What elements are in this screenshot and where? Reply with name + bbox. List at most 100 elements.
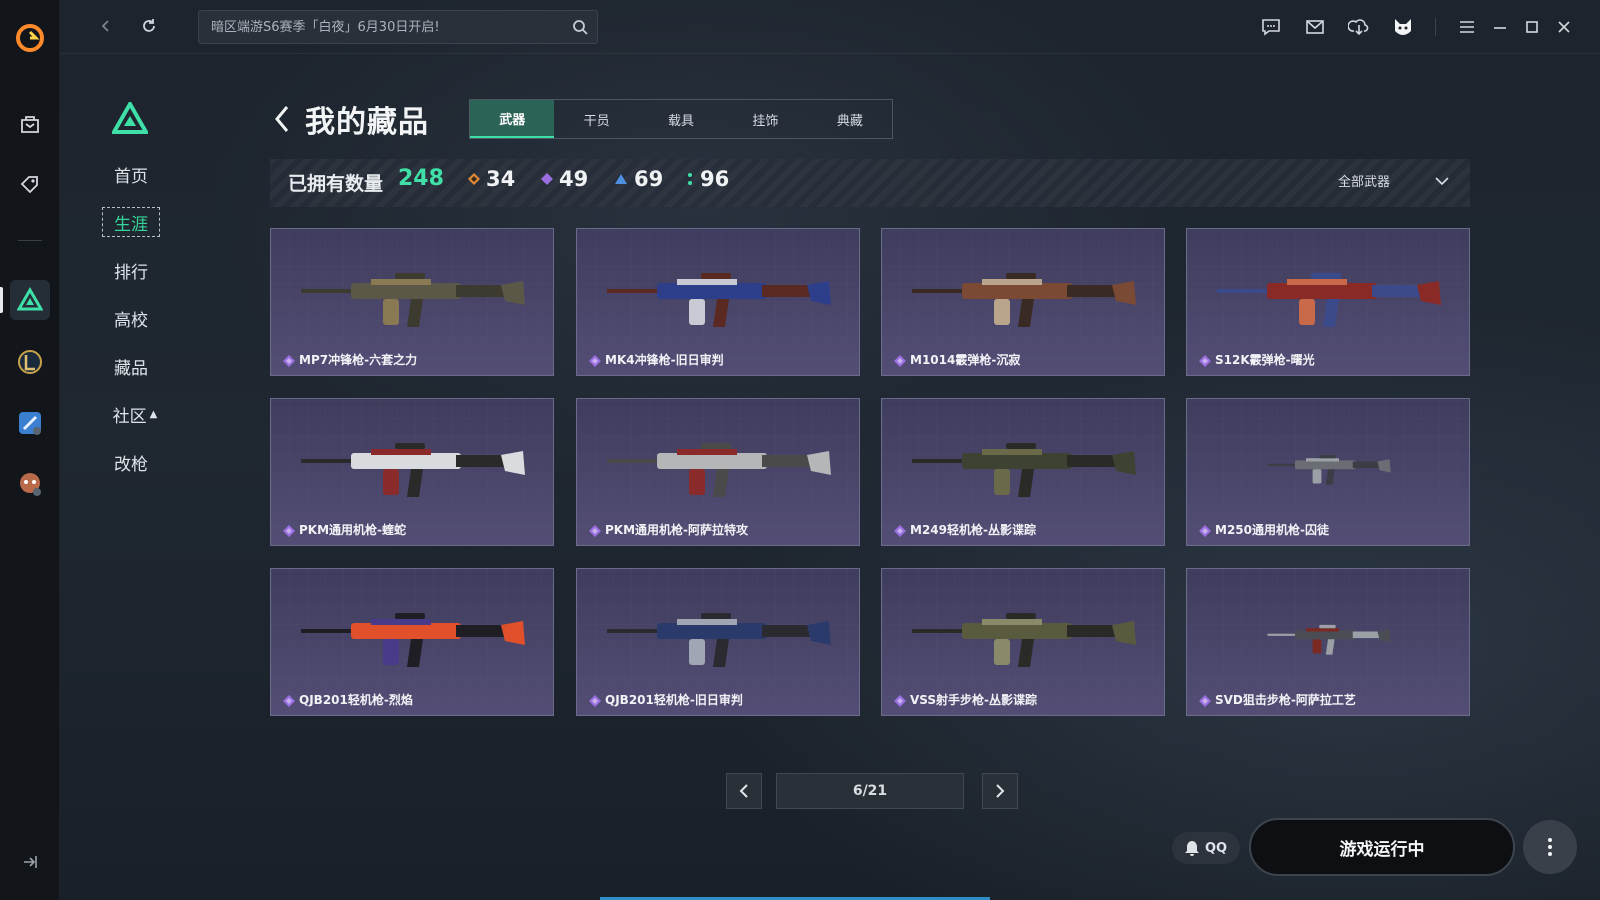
weapon-name: SVD狙击步枪-阿萨拉工艺 <box>1215 693 1356 707</box>
rarity-diamond-icon <box>283 355 295 367</box>
collapse-rail-icon[interactable] <box>10 842 50 882</box>
back-icon[interactable] <box>272 103 292 135</box>
chevron-up-icon: ▲ <box>149 408 158 420</box>
rarity-diamond-icon <box>589 525 601 537</box>
weapon-name: QJB201轻机枪-旧日审判 <box>605 693 743 707</box>
rarity-diamond-icon <box>894 355 906 367</box>
weapon-image <box>607 443 831 497</box>
tab-operators[interactable]: 干员 <box>554 100 638 138</box>
rarity-diamond-icon <box>283 525 295 537</box>
subnav-label: 改枪 <box>114 454 148 475</box>
subnav-item-community[interactable]: 社区 ▲ <box>106 399 164 429</box>
league-icon[interactable] <box>10 342 50 382</box>
tool-icon[interactable] <box>10 403 50 443</box>
search-bar[interactable] <box>198 10 598 44</box>
weapon-card[interactable]: MK4冲锋枪-旧日审判 <box>576 228 860 376</box>
weapon-card[interactable]: PKM通用机枪-阿萨拉特攻 <box>576 398 860 546</box>
rail-divider <box>18 240 42 241</box>
collection-stats: 已拥有数量 248 34 49 69 96 全部武器 <box>270 159 1470 207</box>
diamond-purple-icon <box>541 173 553 185</box>
tab-charms[interactable]: 挂饰 <box>723 100 807 138</box>
rarity-diamond-icon <box>894 525 906 537</box>
close-icon[interactable] <box>1551 14 1577 40</box>
weapon-image <box>301 613 525 667</box>
subnav-item-career[interactable]: 生涯 <box>102 207 160 237</box>
weapon-filter-dropdown[interactable]: 全部武器 <box>1338 171 1450 190</box>
subnav-label: 排行 <box>114 262 148 283</box>
weapon-card[interactable]: QJB201轻机枪-烈焰 <box>270 568 554 716</box>
weapon-card[interactable]: VSS射手步枪-丛影谍踪 <box>881 568 1165 716</box>
chevron-left-icon <box>739 784 748 798</box>
tag-icon[interactable] <box>10 164 50 204</box>
weapon-name: VSS射手步枪-丛影谍踪 <box>910 693 1038 707</box>
refresh-icon[interactable] <box>137 14 161 38</box>
subnav-label: 首页 <box>114 166 148 187</box>
weapon-image <box>301 443 525 497</box>
rarity-count: 34 <box>486 167 516 191</box>
weapon-card[interactable]: M1014霰弹枪-沉寂 <box>881 228 1165 376</box>
top-divider <box>1435 18 1436 36</box>
weapon-image <box>607 613 831 667</box>
dots-green-icon <box>688 173 692 185</box>
weapon-name: M1014霰弹枪-沉寂 <box>910 353 1021 367</box>
chevron-down-icon <box>1435 176 1449 185</box>
search-input[interactable] <box>199 11 559 43</box>
rarity-stat-green: 96 <box>686 167 729 191</box>
weapon-card[interactable]: QJB201轻机枪-旧日审判 <box>576 568 860 716</box>
subnav-item-gunsmith[interactable]: 改枪 <box>102 447 160 477</box>
weapon-card[interactable]: PKM通用机枪-蝰蛇 <box>270 398 554 546</box>
menu-icon[interactable] <box>1454 14 1480 40</box>
rarity-count: 69 <box>634 167 664 191</box>
rarity-stat-orange: 34 <box>468 167 515 191</box>
weapon-card[interactable]: S12K霰弹枪-曙光 <box>1186 228 1470 376</box>
weapon-card[interactable]: M250通用机枪-囚徒 <box>1186 398 1470 546</box>
game-logo-icon[interactable] <box>10 280 50 320</box>
maximize-icon[interactable] <box>1519 14 1545 40</box>
game-brand-icon <box>112 102 148 134</box>
rarity-diamond-icon <box>1199 355 1211 367</box>
tab-vehicles[interactable]: 载具 <box>639 100 723 138</box>
weapon-card[interactable]: M249轻机枪-丛影谍踪 <box>881 398 1165 546</box>
qq-bell-icon <box>1184 841 1199 856</box>
subnav-item-ranking[interactable]: 排行 <box>102 255 160 285</box>
search-icon[interactable] <box>571 18 589 36</box>
subnav-item-college[interactable]: 高校 <box>102 303 160 333</box>
tab-weapons[interactable]: 武器 <box>470 100 555 138</box>
prev-page-button[interactable] <box>726 773 762 809</box>
game-running-button[interactable]: 游戏运行中 <box>1249 818 1515 876</box>
rarity-diamond-icon <box>894 695 906 707</box>
app-logo-icon[interactable] <box>14 22 46 54</box>
rarity-stat-purple: 49 <box>541 167 588 191</box>
top-bar <box>60 0 1600 54</box>
back-nav-icon[interactable] <box>94 14 118 38</box>
weapon-card[interactable]: SVD狙击步枪-阿萨拉工艺 <box>1186 568 1470 716</box>
more-options-button[interactable] <box>1523 820 1577 874</box>
user-avatar-icon[interactable] <box>1390 14 1416 40</box>
weapon-name: MK4冲锋枪-旧日审判 <box>605 353 724 367</box>
subnav-label: 藏品 <box>114 358 148 379</box>
rarity-diamond-icon <box>589 355 601 367</box>
game-running-label: 游戏运行中 <box>1339 839 1425 860</box>
triangle-blue-icon <box>615 174 627 184</box>
rarity-stat-blue: 69 <box>614 167 663 191</box>
subnav-item-collection[interactable]: 藏品 <box>102 351 160 381</box>
download-icon[interactable] <box>1346 14 1372 40</box>
bag-icon[interactable] <box>10 104 50 144</box>
mail-icon[interactable] <box>1302 14 1328 40</box>
weapon-image <box>912 443 1136 497</box>
minimize-icon[interactable] <box>1487 14 1513 40</box>
mascot-icon[interactable] <box>10 464 50 504</box>
chevron-right-icon <box>996 784 1005 798</box>
chat-icon[interactable] <box>1258 14 1284 40</box>
next-page-button[interactable] <box>982 773 1018 809</box>
subnav-item-home[interactable]: 首页 <box>102 159 160 189</box>
page-indicator: 6/21 <box>776 773 964 809</box>
weapon-name: M249轻机枪-丛影谍踪 <box>910 523 1036 537</box>
weapon-card[interactable]: MP7冲锋枪-六套之力 <box>270 228 554 376</box>
page-title: 我的藏品 <box>305 105 429 140</box>
diamond-orange-icon <box>468 173 480 185</box>
tab-archive[interactable]: 典藏 <box>808 100 892 138</box>
qq-label: QQ <box>1204 840 1228 856</box>
rarity-count: 96 <box>700 167 730 191</box>
qq-button[interactable]: QQ <box>1172 832 1240 864</box>
